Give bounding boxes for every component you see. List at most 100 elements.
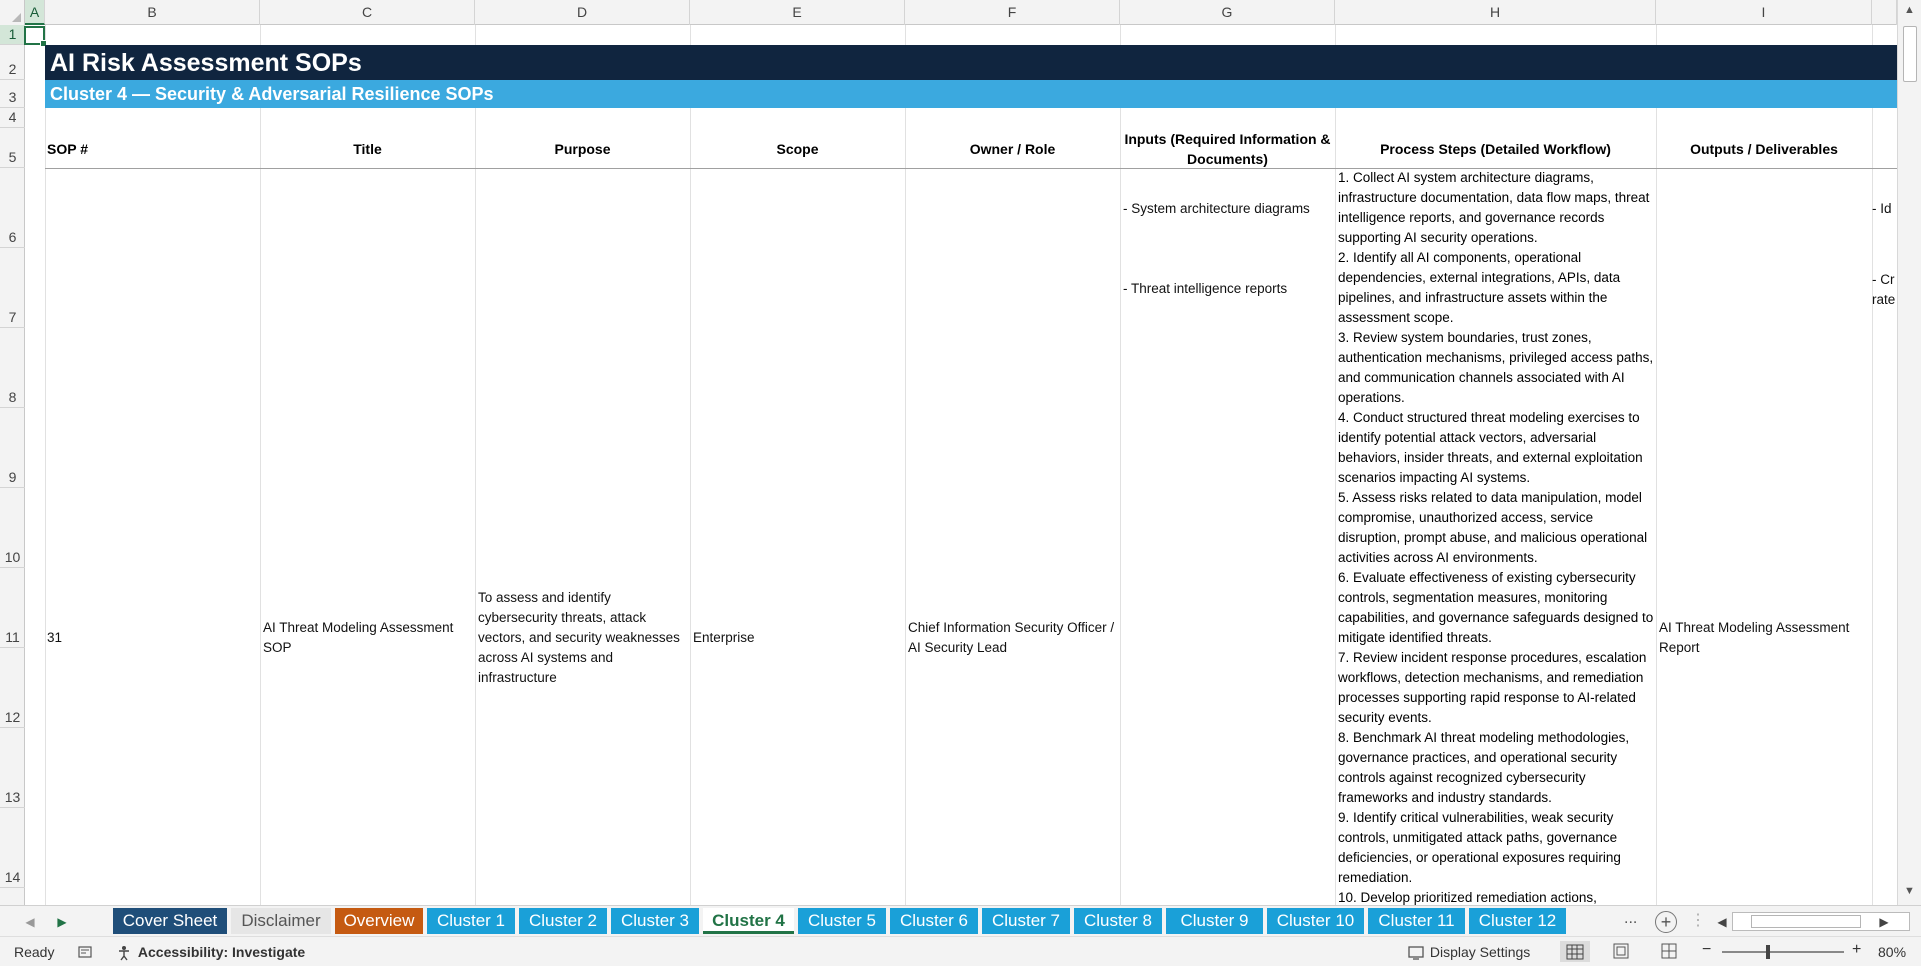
row-header-4[interactable]: 4 [0, 108, 25, 128]
cell-sop-number[interactable]: 31 [47, 628, 247, 648]
cell-input-2[interactable]: - Threat intelligence reports [1123, 279, 1333, 299]
sheet-tab-cluster-11[interactable]: Cluster 11 [1368, 908, 1465, 934]
header-owner[interactable]: Owner / Role [905, 139, 1120, 159]
sheet-tab-cluster-7[interactable]: Cluster 7 [982, 908, 1070, 934]
column-gridline [45, 25, 46, 905]
process-step: 7. Review incident response procedures, … [1338, 650, 1647, 725]
horizontal-scroll-thumb[interactable] [1751, 915, 1861, 928]
display-settings[interactable]: Display Settings [1408, 944, 1530, 961]
process-step: 3. Review system boundaries, trust zones… [1338, 330, 1654, 405]
macro-record-icon[interactable] [77, 943, 93, 960]
page-layout-view-icon[interactable] [1612, 942, 1630, 959]
cell-title[interactable]: AI Threat Modeling Assessment SOP [263, 618, 473, 658]
sheet-tab-cluster-10[interactable]: Cluster 10 [1267, 908, 1364, 934]
column-header-e[interactable]: E [690, 0, 905, 25]
header-sop[interactable]: SOP # [47, 139, 167, 159]
hscroll-left-icon[interactable]: ◀ [1712, 912, 1732, 932]
column-headers: A B C D E F G H I [0, 0, 1921, 25]
column-header-b[interactable]: B [45, 0, 260, 25]
sheet-tab-cluster-3[interactable]: Cluster 3 [611, 908, 699, 934]
process-step: 10. Develop prioritized remediation acti… [1338, 890, 1597, 905]
cell-process-steps[interactable]: 1. Collect AI system architecture diagra… [1338, 168, 1656, 905]
tab-scroll-left-icon[interactable]: ◀ [20, 912, 40, 932]
select-all-corner[interactable] [0, 0, 25, 25]
active-cell-a1[interactable] [24, 26, 47, 47]
sheet-tab-overview[interactable]: Overview [335, 908, 423, 934]
cell-owner[interactable]: Chief Information Security Officer / AI … [908, 618, 1118, 658]
zoom-in-icon[interactable]: + [1852, 941, 1861, 959]
sheet-tab-cluster-1[interactable]: Cluster 1 [427, 908, 515, 934]
row-header-3[interactable]: 3 [0, 80, 25, 108]
row-header-6[interactable]: 6 [0, 168, 25, 248]
sheet-tab-cluster-5[interactable]: Cluster 5 [798, 908, 886, 934]
scroll-down-icon[interactable]: ▼ [1898, 885, 1921, 903]
title-band: AI Risk Assessment SOPs [45, 45, 1897, 80]
sheet-tab-cluster-12[interactable]: Cluster 12 [1469, 908, 1566, 934]
row-header-12[interactable]: 12 [0, 648, 25, 728]
cell-next-col-fragment[interactable]: - Id [1872, 199, 1896, 219]
row-header-13[interactable]: 13 [0, 728, 25, 808]
column-header-a[interactable]: A [25, 0, 45, 25]
row-header-7[interactable]: 7 [0, 248, 25, 328]
process-step: 9. Identify critical vulnerabilities, we… [1338, 810, 1621, 885]
cell-outputs[interactable]: AI Threat Modeling Assessment Report [1659, 618, 1869, 658]
zoom-level[interactable]: 80% [1878, 944, 1906, 960]
process-step: 8. Benchmark AI threat modeling methodol… [1338, 730, 1630, 805]
cell-scope[interactable]: Enterprise [693, 628, 903, 648]
row-header-10[interactable]: 10 [0, 488, 25, 568]
tab-scroll-right-icon[interactable]: ▶ [52, 912, 72, 932]
zoom-slider[interactable] [1722, 951, 1844, 953]
row-header-14[interactable]: 14 [0, 808, 25, 888]
tab-splitter-icon[interactable]: ⋮ [1690, 910, 1706, 930]
hscroll-right-icon[interactable]: ▶ [1874, 912, 1894, 932]
column-header-j-partial[interactable] [1872, 0, 1897, 25]
vertical-scroll-thumb[interactable] [1903, 26, 1917, 82]
header-purpose[interactable]: Purpose [475, 139, 690, 159]
sheet-tab-cluster-9[interactable]: Cluster 9 [1166, 908, 1263, 934]
cell-input-1[interactable]: - System architecture diagrams [1123, 199, 1333, 219]
header-title[interactable]: Title [260, 139, 475, 159]
header-outputs[interactable]: Outputs / Deliverables [1656, 139, 1872, 159]
sheet-tab-disclaimer[interactable]: Disclaimer [231, 908, 331, 934]
zoom-out-icon[interactable]: − [1702, 941, 1711, 959]
sheet-tab-cluster-4[interactable]: Cluster 4 [703, 908, 794, 934]
row-headers: 1 2 3 4 5 6 7 8 9 10 11 12 13 14 [0, 25, 25, 905]
accessibility-icon [119, 946, 129, 961]
column-header-d[interactable]: D [475, 0, 690, 25]
cell-next-col-fragment[interactable]: rate [1872, 290, 1896, 310]
sheet-tab-bar: ◀ ▶ Cover Sheet Disclaimer Overview Cluster… [0, 905, 1921, 936]
zoom-slider-thumb[interactable] [1766, 945, 1770, 959]
process-step: 6. Evaluate effectiveness of existing cy… [1338, 570, 1654, 645]
cell-next-col-fragment[interactable]: - Cr [1872, 270, 1896, 290]
column-header-c[interactable]: C [260, 0, 475, 25]
vertical-scrollbar[interactable]: ▲ ▼ [1897, 0, 1921, 905]
sheet-tab-cluster-8[interactable]: Cluster 8 [1074, 908, 1162, 934]
header-process[interactable]: Process Steps (Detailed Workflow) [1335, 139, 1656, 159]
spreadsheet-grid[interactable]: A B C D E F G H I 1 2 3 4 5 6 7 8 9 10 1… [0, 0, 1921, 905]
sheet-tab-cluster-6[interactable]: Cluster 6 [890, 908, 978, 934]
add-sheet-icon[interactable]: + [1655, 911, 1677, 933]
column-header-g[interactable]: G [1120, 0, 1335, 25]
row-header-11[interactable]: 11 [0, 568, 25, 648]
row-header-2[interactable]: 2 [0, 45, 25, 80]
display-settings-label: Display Settings [1429, 944, 1531, 960]
scroll-up-icon[interactable]: ▲ [1898, 4, 1921, 22]
header-scope[interactable]: Scope [690, 139, 905, 159]
status-ready: Ready [14, 944, 55, 960]
column-header-i[interactable]: I [1656, 0, 1872, 25]
row-header-8[interactable]: 8 [0, 328, 25, 408]
header-inputs[interactable]: Inputs (Required Information & Documents… [1120, 129, 1335, 169]
more-tabs-ellipsis[interactable]: ... [1624, 910, 1637, 928]
sheet-subtitle: Cluster 4 — Security & Adversarial Resil… [50, 84, 494, 104]
accessibility-checker[interactable]: Accessibility: Investigate [116, 944, 305, 961]
page-break-preview-icon[interactable] [1660, 942, 1678, 959]
row-header-5[interactable]: 5 [0, 128, 25, 168]
row-header-9[interactable]: 9 [0, 408, 25, 488]
row-header-1[interactable]: 1 [0, 25, 25, 45]
column-header-f[interactable]: F [905, 0, 1120, 25]
cell-purpose[interactable]: To assess and identify cybersecurity thr… [478, 588, 688, 688]
sheet-tab-cluster-2[interactable]: Cluster 2 [519, 908, 607, 934]
sheet-tab-cover-sheet[interactable]: Cover Sheet [113, 908, 227, 934]
column-header-h[interactable]: H [1335, 0, 1656, 25]
normal-view-icon[interactable] [1560, 941, 1590, 963]
